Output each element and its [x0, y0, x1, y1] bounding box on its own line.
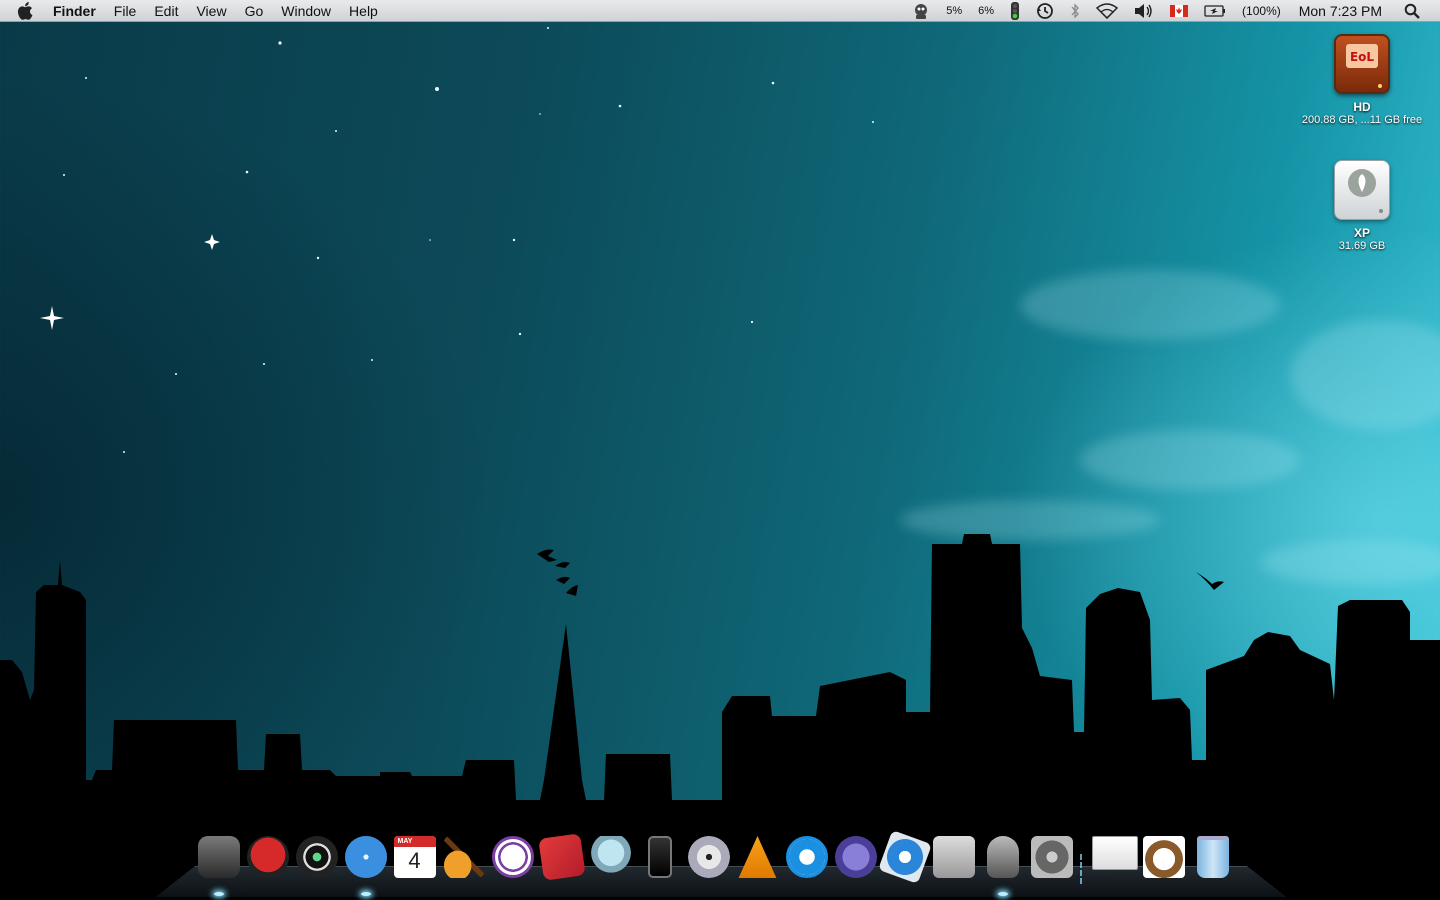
dock-safari[interactable] [341, 836, 390, 890]
volume-icon[interactable] [1126, 0, 1162, 22]
monitor-app-icon[interactable] [904, 0, 938, 22]
disk-hd-name: HD [1297, 100, 1427, 114]
running-indicator [998, 892, 1008, 896]
running-indicator [214, 892, 224, 896]
script-quill-icon [835, 836, 877, 878]
calendar-month: MAY [394, 836, 436, 847]
quicktime-q-icon [786, 836, 828, 878]
disk-xp-info: 31.69 GB [1297, 240, 1427, 252]
spotlight-search-icon[interactable] [1396, 0, 1440, 22]
running-indicator [361, 892, 371, 896]
dock-flashcard-app[interactable] [537, 836, 586, 890]
dock-vlc[interactable] [733, 836, 782, 890]
dock-documents-stack[interactable] [1090, 836, 1139, 890]
clock[interactable]: Mon 7:23 PM [1289, 0, 1396, 22]
dock-venus-app[interactable] [488, 836, 537, 890]
traffic-light-icon[interactable] [1002, 0, 1028, 22]
disk-hd-info: 200.88 GB, ...11 GB free [1297, 114, 1427, 126]
battery-icon[interactable] [1196, 0, 1234, 22]
guitar-icon [443, 836, 485, 878]
help-menu[interactable]: Help [340, 3, 387, 19]
dock-script-editor[interactable] [831, 836, 880, 890]
dock-xcode-app[interactable] [880, 836, 929, 890]
dock-ical[interactable]: MAY 4 [390, 836, 439, 890]
trash-icon [1197, 836, 1229, 878]
dock-automator[interactable] [929, 836, 978, 890]
disk-hd[interactable]: EoL HD 200.88 GB, ...11 GB free [1297, 34, 1427, 126]
dock-dvd-player[interactable] [684, 836, 733, 890]
battery-percent[interactable]: (100%) [1234, 0, 1289, 22]
go-menu[interactable]: Go [236, 3, 273, 19]
robot-helmet-icon [987, 836, 1019, 878]
dock-robot-app[interactable] [194, 836, 243, 890]
menu-bar: Finder File Edit View Go Window Help 5% … [0, 0, 1440, 22]
dock-camera-app[interactable] [292, 836, 341, 890]
hard-drive-icon: EoL [1334, 34, 1390, 94]
dog-photo-icon [1143, 836, 1185, 878]
gear-icon [1031, 836, 1073, 878]
dock-ninja-app[interactable] [243, 836, 292, 890]
wallpaper-skyline [0, 0, 1440, 900]
crosshair-app-icon [878, 830, 932, 884]
documents-stack-icon [1092, 836, 1138, 870]
dvd-disc-icon [688, 836, 730, 878]
venus-symbol-icon [492, 836, 534, 878]
finder-menu[interactable]: Finder [53, 3, 105, 19]
dock: MAY 4 [194, 836, 1237, 890]
view-menu[interactable]: View [187, 3, 235, 19]
dock-iphone-app[interactable] [635, 836, 684, 890]
wifi-icon[interactable] [1088, 0, 1126, 22]
apple-menu-icon[interactable] [17, 1, 39, 21]
dock-system-preferences[interactable] [1027, 836, 1076, 890]
joystick-icon [933, 836, 975, 878]
robot-mascot-icon [590, 836, 632, 878]
safari-compass-icon [345, 836, 387, 878]
status-area: 5% 6% (100%) Mon 7:23 PM [904, 0, 1440, 22]
camera-icon [296, 836, 338, 878]
iphone-icon [648, 836, 672, 878]
file-menu[interactable]: File [105, 3, 146, 19]
dock-robot-helmet-app[interactable] [978, 836, 1027, 890]
disk-xp-name: XP [1297, 226, 1427, 240]
cpu-usage-2[interactable]: 6% [970, 0, 1002, 22]
dock-dog-stack[interactable] [1139, 836, 1188, 890]
flag-canada-icon[interactable] [1162, 0, 1196, 22]
time-machine-icon[interactable] [1028, 0, 1062, 22]
ninja-icon [247, 836, 289, 878]
svg-text:EoL: EoL [1350, 50, 1374, 64]
edit-menu[interactable]: Edit [145, 3, 187, 19]
dock-robot-mascot-app[interactable] [586, 836, 635, 890]
cpu-usage-1[interactable]: 5% [938, 0, 970, 22]
calendar-day: 4 [394, 847, 436, 875]
flashcard-icon [538, 833, 585, 880]
dock-trash[interactable] [1188, 836, 1237, 890]
dock-separator [1080, 854, 1086, 884]
external-drive-icon [1334, 160, 1390, 220]
window-menu[interactable]: Window [272, 3, 340, 19]
calendar-icon: MAY 4 [394, 836, 436, 878]
dock-garageband[interactable] [439, 836, 488, 890]
bluetooth-icon[interactable] [1062, 0, 1088, 22]
disk-xp[interactable]: XP 31.69 GB [1297, 160, 1427, 252]
traffic-cone-icon [737, 836, 779, 878]
robot-icon [198, 836, 240, 878]
dock-quicktime[interactable] [782, 836, 831, 890]
